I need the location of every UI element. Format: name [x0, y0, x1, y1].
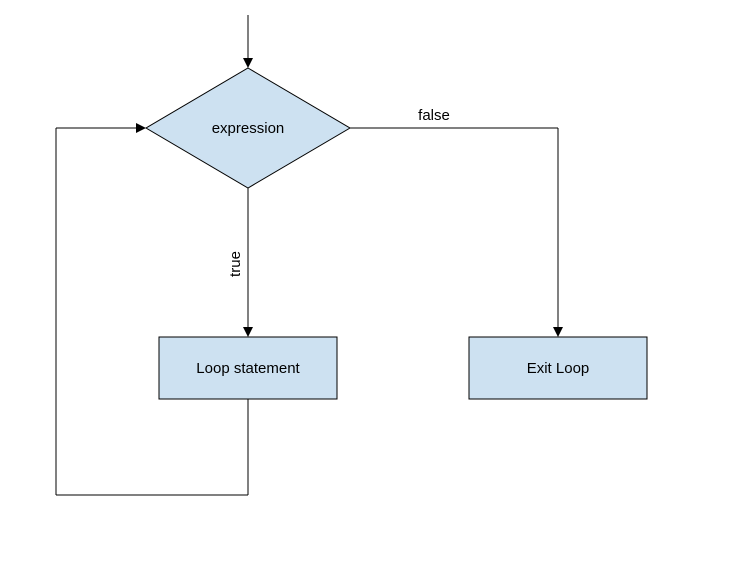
arrowhead-feedback	[136, 123, 146, 133]
exit-loop-label: Exit Loop	[527, 360, 590, 377]
decision-label: expression	[212, 120, 285, 137]
flowchart-diagram: expression false true Loop statement Exi…	[0, 0, 730, 562]
false-label: false	[418, 107, 450, 124]
loop-statement-label: Loop statement	[196, 360, 300, 377]
true-label: true	[227, 251, 244, 277]
arrowhead-false	[553, 327, 563, 337]
arrowhead-true	[243, 327, 253, 337]
arrowhead-entry	[243, 58, 253, 68]
